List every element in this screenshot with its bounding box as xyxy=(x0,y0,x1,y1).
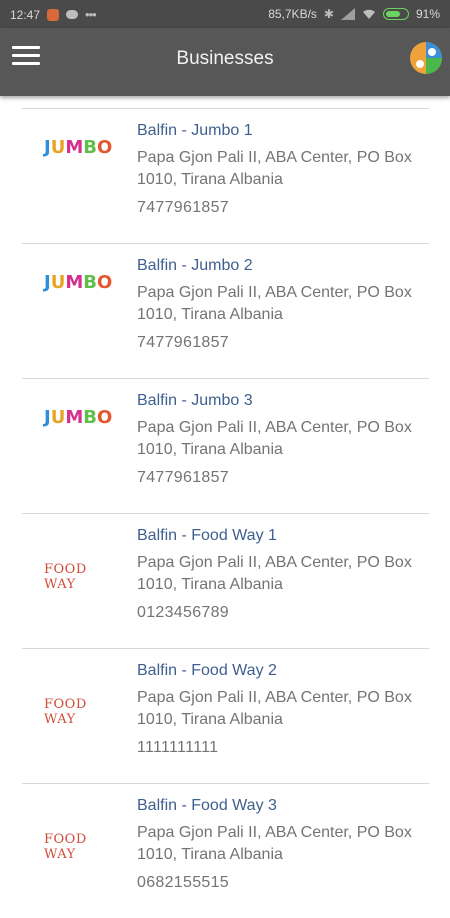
business-list-item[interactable]: JUMBO Balfin - Jumbo 1 Papa Gjon Pali II, … xyxy=(22,108,429,243)
business-phone: 0123456789 xyxy=(137,604,229,621)
jumbo-logo: JUMBO xyxy=(44,272,113,293)
business-name: Balfin - Food Way 1 xyxy=(137,527,277,544)
business-phone: 7477961857 xyxy=(137,199,229,216)
bluetooth-icon: ✱ xyxy=(323,7,334,21)
business-address: Papa Gjon Pali II, ABA Center, PO Box 10… xyxy=(137,554,412,593)
business-phone: 7477961857 xyxy=(137,469,229,486)
business-list: JUMBO Balfin - Jumbo 1 Papa Gjon Pali II, … xyxy=(22,108,429,918)
status-bar: 12:47 ••• 85,7KB/s ✱ 91% xyxy=(0,0,450,28)
business-details: Balfin - Jumbo 3 Papa Gjon Pali II, ABA C… xyxy=(137,391,427,489)
business-list-item[interactable]: FOOD WAY Balfin - Food Way 3 Papa Gjon Pal… xyxy=(22,783,429,918)
business-phone: 1111111111 xyxy=(137,739,219,756)
chat-notification-icon xyxy=(66,10,79,19)
foodway-logo: FOOD WAY xyxy=(44,832,87,862)
app-logo-icon[interactable] xyxy=(408,40,444,76)
business-details: Balfin - Jumbo 2 Papa Gjon Pali II, ABA C… xyxy=(137,256,427,354)
battery-icon xyxy=(382,8,409,20)
more-notifications-icon: ••• xyxy=(85,7,97,22)
status-time: 12:47 xyxy=(10,7,41,22)
business-address: Papa Gjon Pali II, ABA Center, PO Box 10… xyxy=(137,284,412,323)
foodway-logo: FOOD WAY xyxy=(44,697,87,727)
business-address: Papa Gjon Pali II, ABA Center, PO Box 10… xyxy=(137,149,412,188)
business-list-item[interactable]: FOOD WAY Balfin - Food Way 2 Papa Gjon Pal… xyxy=(22,648,429,783)
network-speed: 85,7KB/s xyxy=(268,7,317,21)
app-bar: Businesses xyxy=(0,28,450,96)
business-details: Balfin - Food Way 2 Papa Gjon Pali II, AB… xyxy=(137,661,427,759)
business-details: Balfin - Food Way 1 Papa Gjon Pali II, AB… xyxy=(137,526,427,624)
business-phone: 0682155515 xyxy=(137,874,229,891)
business-details: Balfin - Food Way 3 Papa Gjon Pali II, AB… xyxy=(137,796,427,894)
business-list-item[interactable]: FOOD WAY Balfin - Food Way 1 Papa Gjon Pal… xyxy=(22,513,429,648)
business-name: Balfin - Food Way 3 xyxy=(137,797,277,814)
business-name: Balfin - Jumbo 1 xyxy=(137,122,253,139)
business-address: Papa Gjon Pali II, ABA Center, PO Box 10… xyxy=(137,689,412,728)
cell-signal-icon xyxy=(340,8,355,20)
business-list-item[interactable]: JUMBO Balfin - Jumbo 2 Papa Gjon Pali II, … xyxy=(22,243,429,378)
business-phone: 7477961857 xyxy=(137,334,229,351)
business-list-item[interactable]: JUMBO Balfin - Jumbo 3 Papa Gjon Pali II, … xyxy=(22,378,429,513)
foodway-logo: FOOD WAY xyxy=(44,562,87,592)
business-name: Balfin - Jumbo 2 xyxy=(137,257,253,274)
business-address: Papa Gjon Pali II, ABA Center, PO Box 10… xyxy=(137,419,412,458)
business-name: Balfin - Food Way 2 xyxy=(137,662,277,679)
jumbo-logo: JUMBO xyxy=(44,407,113,428)
business-name: Balfin - Jumbo 3 xyxy=(137,392,253,409)
business-address: Papa Gjon Pali II, ABA Center, PO Box 10… xyxy=(137,824,412,863)
page-title: Businesses xyxy=(176,48,274,69)
battery-percent: 91% xyxy=(415,7,440,21)
notification-app-icon xyxy=(47,8,60,21)
status-left: 12:47 ••• xyxy=(10,7,97,22)
wifi-icon xyxy=(362,9,375,19)
jumbo-logo: JUMBO xyxy=(44,137,113,158)
business-details: Balfin - Jumbo 1 Papa Gjon Pali II, ABA C… xyxy=(137,121,427,219)
status-right: 85,7KB/s ✱ 91% xyxy=(268,7,440,21)
